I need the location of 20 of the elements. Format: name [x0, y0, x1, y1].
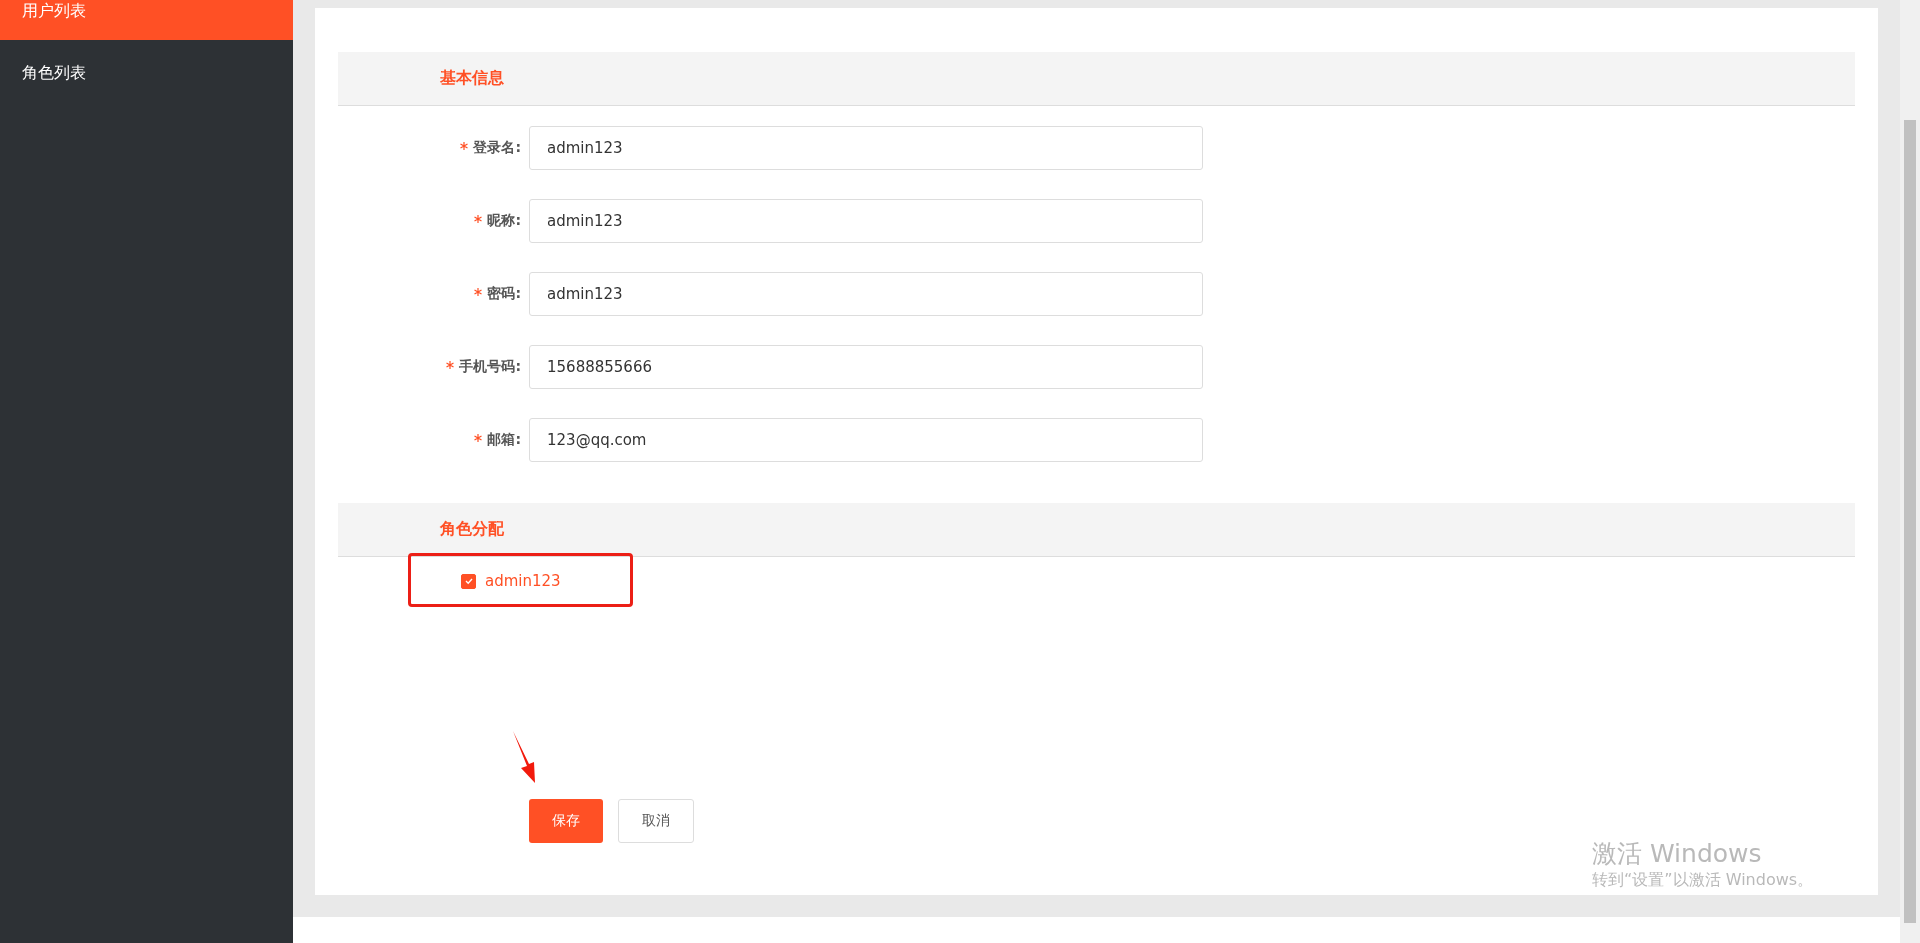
section-title: 基本信息 — [440, 68, 504, 89]
input-field[interactable]: admin123 — [529, 126, 1203, 170]
checkbox[interactable] — [461, 573, 476, 589]
form-button[interactable]: 取消 — [618, 799, 694, 843]
field-label: 昵称: — [338, 212, 529, 230]
check-icon — [463, 576, 474, 586]
checkbox-label: admin123 — [485, 572, 561, 590]
activation-message: 转到“设置”以激活 Windows。 — [1592, 870, 1814, 891]
input-field[interactable]: admin123 — [529, 272, 1203, 316]
field-label: 登录名: — [338, 139, 529, 157]
field-label: 邮箱: — [338, 431, 529, 449]
input-field[interactable]: 123@qq.com — [529, 418, 1203, 462]
section-title: 角色分配 — [440, 519, 504, 540]
scrollbar-thumb[interactable] — [1904, 120, 1916, 923]
sidebar-item[interactable]: 角色列表 — [0, 40, 293, 106]
activation-title: 激活 Windows — [1592, 838, 1763, 870]
field-label: 密码: — [338, 285, 529, 303]
input-field[interactable]: 15688855666 — [529, 345, 1203, 389]
field-label: 手机号码: — [338, 358, 529, 376]
input-field[interactable]: admin123 — [529, 199, 1203, 243]
